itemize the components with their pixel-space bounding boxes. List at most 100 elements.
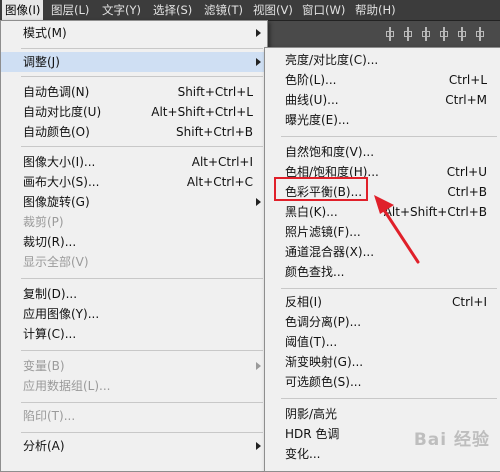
menu-item-analysis[interactable]: 分析(A) [1,436,267,456]
align-right-icon[interactable] [474,27,486,41]
menu-item-levels[interactable]: 色阶(L)... Ctrl+L [265,70,500,90]
submenu-arrow-icon [256,198,261,206]
menu-item-reveal-all[interactable]: 显示全部(V) [1,252,267,272]
menu-item-label: 自动色调(N) [23,85,90,99]
menu-separator [281,136,497,137]
menu-item-label: 阴影/高光 [285,407,338,421]
menu-item-exposure[interactable]: 曝光度(E)... [265,110,500,130]
shortcut-label: Alt+Ctrl+C [186,175,253,189]
menu-item-canvas-size[interactable]: 画布大小(S)... Alt+Ctrl+C [1,172,267,192]
menu-item-label: 画布大小(S)... [23,175,100,189]
submenu-arrow-icon [256,29,261,37]
menu-view[interactable]: 视图(V) [250,0,296,20]
menu-item-auto-color[interactable]: 自动颜色(O) Shift+Ctrl+B [1,122,267,142]
shortcut-label: Alt+Shift+Ctrl+B [383,205,487,219]
shortcut-label: Alt+Shift+Ctrl+L [151,105,253,119]
menu-item-selective-color[interactable]: 可选颜色(S)... [265,372,500,392]
menu-item-variables[interactable]: 变量(B) [1,356,267,376]
menu-item-shadows-highlights[interactable]: 阴影/高光 [265,404,500,424]
menu-layer[interactable]: 图层(L) [48,0,92,20]
menu-item-label: 裁切(R)... [23,235,77,249]
menu-help[interactable]: 帮助(H) [352,0,399,20]
shortcut-label: Ctrl+U [446,165,487,179]
submenu-arrow-icon [256,58,261,66]
menu-item-duplicate[interactable]: 复制(D)... [1,284,267,304]
menu-separator [21,402,263,403]
align-left-icon[interactable] [438,27,450,41]
menu-image[interactable]: 图像(I) [2,0,44,20]
menu-item-label: 亮度/对比度(C)... [285,53,379,67]
menu-item-label: 曲线(U)... [285,93,339,107]
menu-item-label: 照片滤镜(F)... [285,225,361,239]
menu-item-image-rotation[interactable]: 图像旋转(G) [1,192,267,212]
menu-item-apply-image[interactable]: 应用图像(Y)... [1,304,267,324]
menu-item-adjustments[interactable]: 调整(J) [1,52,267,72]
menu-item-color-lookup[interactable]: 颜色查找... [265,262,500,282]
menu-item-threshold[interactable]: 阈值(T)... [265,332,500,352]
menu-item-label: 复制(D)... [23,287,78,301]
menu-item-label: 裁剪(P) [23,215,64,229]
menu-item-vibrance[interactable]: 自然饱和度(V)... [265,142,500,162]
menu-item-label: 图像旋转(G) [23,195,90,209]
shortcut-label: Shift+Ctrl+B [176,125,253,139]
menu-item-brightness-contrast[interactable]: 亮度/对比度(C)... [265,50,500,70]
menu-item-label: 可选颜色(S)... [285,375,362,389]
shortcut-label: Ctrl+B [447,185,487,199]
submenu-arrow-icon [256,362,261,370]
shortcut-label: Shift+Ctrl+L [177,85,253,99]
menu-item-mode[interactable]: 模式(M) [1,23,267,43]
menu-separator [281,398,497,399]
menu-item-gradient-map[interactable]: 渐变映射(G)... [265,352,500,372]
menu-item-image-size[interactable]: 图像大小(I)... Alt+Ctrl+I [1,152,267,172]
menu-window[interactable]: 窗口(W) [299,0,348,20]
menu-item-posterize[interactable]: 色调分离(P)... [265,312,500,332]
image-menu: 模式(M) 调整(J) 自动色调(N) Shift+Ctrl+L 自动对比度(U… [0,20,268,472]
menu-separator [21,76,263,77]
menu-item-photo-filter[interactable]: 照片滤镜(F)... [265,222,500,242]
menu-type[interactable]: 文字(Y) [99,0,144,20]
menu-item-channel-mixer[interactable]: 通道混合器(X)... [265,242,500,262]
shortcut-label: Ctrl+L [448,73,487,87]
menu-filter[interactable]: 滤镜(T) [201,0,246,20]
watermark: Bai 经验 [413,430,490,450]
menu-item-apply-data-set[interactable]: 应用数据组(L)... [1,376,267,396]
menu-item-auto-contrast[interactable]: 自动对比度(U) Alt+Shift+Ctrl+L [1,102,267,122]
align-top-icon[interactable] [384,27,396,41]
annotation-box [274,177,368,201]
menu-item-trap[interactable]: 陷印(T)... [1,406,267,426]
menu-item-curves[interactable]: 曲线(U)... Ctrl+M [265,90,500,110]
menu-item-label: 变化... [285,447,321,461]
adjustments-submenu: 亮度/对比度(C)... 色阶(L)... Ctrl+L 曲线(U)... Ct… [264,47,500,472]
menu-item-label: 调整(J) [23,55,60,69]
menu-bar: 图像(I) 图层(L) 文字(Y) 选择(S) 滤镜(T) 视图(V) 窗口(W… [0,0,500,21]
menu-item-label: 自然饱和度(V)... [285,145,375,159]
menu-item-calculations[interactable]: 计算(C)... [1,324,267,344]
menu-item-label: 计算(C)... [23,327,77,341]
menu-item-black-white[interactable]: 黑白(K)... Alt+Shift+Ctrl+B [265,202,500,222]
menu-item-label: HDR 色调 [285,427,340,441]
menu-item-trim[interactable]: 裁切(R)... [1,232,267,252]
menu-item-auto-tone[interactable]: 自动色调(N) Shift+Ctrl+L [1,82,267,102]
menu-item-label: 自动颜色(O) [23,125,90,139]
align-middle-icon[interactable] [402,27,414,41]
menu-select[interactable]: 选择(S) [150,0,195,20]
menu-item-label: 渐变映射(G)... [285,355,364,369]
menu-item-label: 色阶(L)... [285,73,337,87]
shortcut-label: Alt+Ctrl+I [191,155,253,169]
options-bar [262,21,500,48]
menu-item-label: 显示全部(V) [23,255,89,269]
shortcut-label: Ctrl+M [445,93,487,107]
menu-item-crop[interactable]: 裁剪(P) [1,212,267,232]
menu-item-label: 色调分离(P)... [285,315,362,329]
menu-item-label: 模式(M) [23,26,67,40]
menu-item-label: 变量(B) [23,359,65,373]
menu-separator [21,48,263,49]
menu-item-label: 反相(I) [285,295,322,309]
menu-separator [21,350,263,351]
menu-item-label: 黑白(K)... [285,205,338,219]
align-center-icon[interactable] [456,27,468,41]
menu-item-invert[interactable]: 反相(I) Ctrl+I [265,292,500,312]
menu-item-label: 颜色查找... [285,265,345,279]
align-bottom-icon[interactable] [420,27,432,41]
menu-item-label: 曝光度(E)... [285,113,350,127]
